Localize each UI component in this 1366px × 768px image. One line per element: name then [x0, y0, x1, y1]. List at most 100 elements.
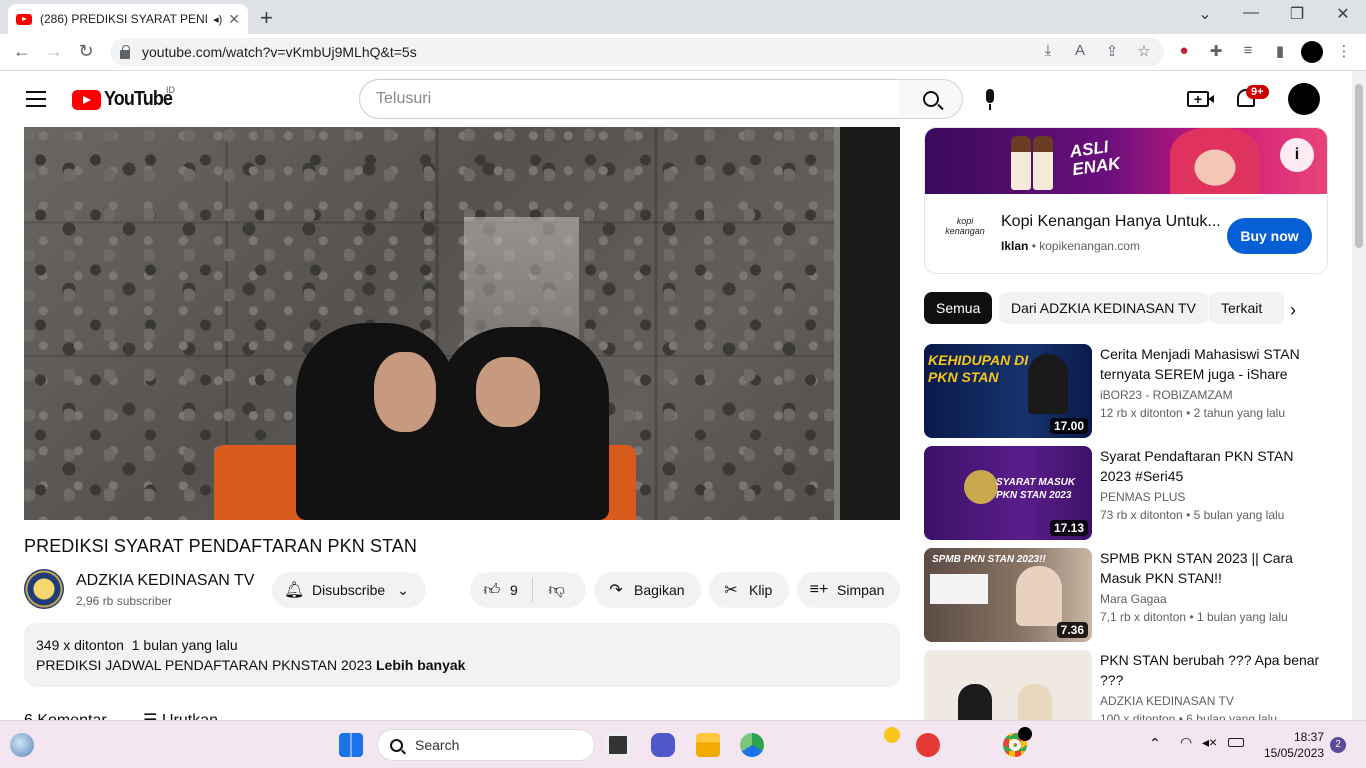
back-button[interactable]: ← [10, 41, 34, 62]
channel-avatar[interactable] [24, 569, 64, 609]
minimize-button[interactable]: — [1228, 4, 1274, 22]
ad-title[interactable]: Kopi Kenangan Hanya Untuk... [1001, 213, 1221, 231]
system-clock[interactable]: 18:37 15/05/2023 [1260, 729, 1324, 761]
video-frame-door [834, 127, 900, 520]
address-bar[interactable]: youtube.com/watch?v=vKmbUj9MLhQ&t=5s [110, 38, 1164, 66]
scissors-icon: ✂ [724, 582, 738, 599]
new-tab-button[interactable]: + [260, 5, 273, 31]
chevron-right-icon[interactable]: › [1290, 300, 1296, 321]
side-panel-icon[interactable]: ▮ [1269, 42, 1291, 60]
restore-button[interactable]: ❐ [1274, 4, 1320, 24]
speaker-icon[interactable]: ◂) [213, 13, 222, 26]
chrome-profile-dot [1018, 727, 1032, 741]
teams-chat-icon[interactable] [651, 733, 675, 757]
description-box[interactable]: 349 x ditonton 1 bulan yang lalu PREDIKS… [24, 623, 900, 687]
ad-bottle-1 [1011, 136, 1031, 190]
save-button[interactable]: ≡+ Simpan [797, 572, 900, 608]
close-tab-icon[interactable]: ✕ [228, 11, 240, 28]
ad-brand-logo: kopi kenangan [945, 216, 985, 236]
tab-search-icon[interactable]: ⌄ [1182, 4, 1228, 24]
search-button[interactable] [899, 79, 963, 119]
ad-banner-image[interactable]: ASLI ENAK [925, 128, 1327, 194]
task-view-icon[interactable] [606, 733, 630, 757]
clip-button[interactable]: ✂ Klip [709, 572, 789, 608]
profile-avatar[interactable] [1301, 41, 1323, 63]
reload-button[interactable]: ↻ [74, 41, 98, 62]
like-divider [531, 578, 533, 602]
like-count[interactable]: 9 [510, 582, 518, 598]
chrome-menu-icon[interactable]: ⋮ [1333, 42, 1355, 60]
ad-card[interactable]: ASLI ENAK i kopi kenangan Kopi Kenangan H… [924, 127, 1328, 274]
buy-now-button[interactable]: Buy now [1227, 218, 1312, 254]
youtube-logo[interactable]: YouTube [72, 88, 180, 111]
recommended-channel[interactable]: ADZKIA KEDINASAN TV [1100, 694, 1234, 708]
search-input[interactable]: Telusuri [359, 79, 900, 119]
recommended-title[interactable]: Cerita Menjadi Mahasiswi STAN ternyata S… [1100, 344, 1320, 384]
thumbnail-person-1 [958, 684, 992, 724]
recommended-video[interactable]: SPMB PKN STAN 2023!! 7.36 SPMB PKN STAN … [924, 548, 1328, 642]
video-player[interactable] [24, 127, 900, 520]
ad-info-icon[interactable]: i [1280, 138, 1314, 172]
video-thumbnail[interactable]: SYARAT MASUK PKN STAN 2023 17.13 [924, 446, 1092, 540]
channel-name[interactable]: ADZKIA KEDINASAN TV [76, 572, 254, 590]
browser-tabstrip: (286) PREDIKSI SYARAT PEND ◂) ✕ + ⌄ — ❐ … [0, 0, 1366, 34]
recommended-video[interactable]: SYARAT MASUK PKN STAN 2023 17.13 Syarat … [924, 446, 1328, 540]
lock-icon[interactable] [120, 44, 130, 59]
recommended-channel[interactable]: iBOR23 - ROBIZAMZAM [1100, 388, 1233, 402]
dislike-icon[interactable]: 👎︎ [547, 581, 567, 600]
subscribed-button[interactable]: 🔔︎ Disubscribe ⌄ [272, 572, 426, 608]
youtube-favicon-icon [16, 13, 32, 25]
extensions-puzzle-icon[interactable]: ✚ [1205, 42, 1227, 60]
forward-button[interactable]: → [42, 41, 66, 62]
user-avatar[interactable] [1288, 83, 1320, 115]
microphone-icon[interactable] [984, 89, 996, 113]
windows-start-icon[interactable] [339, 733, 363, 757]
share-page-icon[interactable]: ⇪ [1102, 42, 1122, 60]
video-thumbnail[interactable]: SPMB PKN STAN 2023!! 7.36 [924, 548, 1092, 642]
translate-icon[interactable]: A [1070, 42, 1090, 59]
app-icon[interactable] [916, 733, 940, 757]
show-more-link[interactable]: Lebih banyak [376, 657, 465, 673]
scrollbar-thumb[interactable] [1355, 84, 1363, 248]
file-explorer-icon[interactable] [696, 733, 720, 757]
browser-toolbar: ← → ↻ youtube.com/watch?v=vKmbUj9MLhQ&t=… [0, 34, 1366, 71]
share-button[interactable]: ↷ Bagikan [594, 572, 701, 608]
weather-icon[interactable] [10, 733, 34, 757]
create-video-icon[interactable]: + [1187, 91, 1214, 107]
search-icon [390, 738, 403, 752]
recommended-title[interactable]: SPMB PKN STAN 2023 || Cara Masuk PKN STA… [1100, 548, 1320, 588]
close-window-button[interactable]: ✕ [1320, 4, 1366, 24]
media-control-icon[interactable]: ≡ [1237, 42, 1259, 59]
chip-related[interactable]: Terkait [1209, 292, 1284, 324]
chip-from-channel[interactable]: Dari ADZKIA KEDINASAN TV [999, 292, 1208, 324]
battery-icon[interactable] [1228, 738, 1244, 747]
recommended-channel[interactable]: PENMAS PLUS [1100, 490, 1185, 504]
recommended-video[interactable]: KEHIDUPAN DI PKN STAN 17.00 Cerita Menja… [924, 344, 1328, 438]
thumbnail-logo [964, 470, 998, 504]
browser-tab[interactable]: (286) PREDIKSI SYARAT PEND ◂) ✕ [8, 4, 248, 34]
like-icon[interactable]: 👍︎ [482, 581, 502, 600]
like-dislike-group: 👍︎ 9 👎︎ [470, 572, 586, 608]
recommended-channel[interactable]: Mara Gagaa [1100, 592, 1167, 606]
bookmark-star-icon[interactable]: ☆ [1134, 42, 1154, 60]
wifi-icon[interactable]: ◠ [1180, 734, 1192, 751]
install-app-icon[interactable]: ⤓ [1038, 42, 1058, 59]
speaker-muted-icon[interactable]: ◂× [1202, 734, 1217, 751]
windows-taskbar [0, 720, 1366, 768]
chip-all[interactable]: Semua [924, 292, 993, 324]
taskbar-search[interactable]: Search [377, 729, 595, 761]
chevron-down-icon: ⌄ [397, 581, 409, 598]
tab-title: (286) PREDIKSI SYARAT PEND [40, 12, 208, 26]
recommended-title[interactable]: Syarat Pendaftaran PKN STAN 2023 #Seri45 [1100, 446, 1320, 486]
chevron-up-icon[interactable]: ⌃ [1149, 735, 1161, 752]
menu-icon[interactable] [26, 91, 46, 107]
notification-count-badge[interactable]: 2 [1330, 737, 1346, 753]
url-text: youtube.com/watch?v=vKmbUj9MLhQ&t=5s [142, 44, 417, 60]
subscriber-count: 2,96 rb subscriber [76, 594, 173, 608]
extension-icon[interactable]: ● [1173, 42, 1195, 59]
edge-browser-icon[interactable] [740, 733, 764, 757]
norton-icon[interactable] [884, 727, 900, 743]
video-thumbnail[interactable]: KEHIDUPAN DI PKN STAN 17.00 [924, 344, 1092, 438]
ad-meta: Iklan • kopikenangan.com [1001, 239, 1140, 253]
recommended-title[interactable]: PKN STAN berubah ??? Apa benar ??? [1100, 650, 1320, 690]
